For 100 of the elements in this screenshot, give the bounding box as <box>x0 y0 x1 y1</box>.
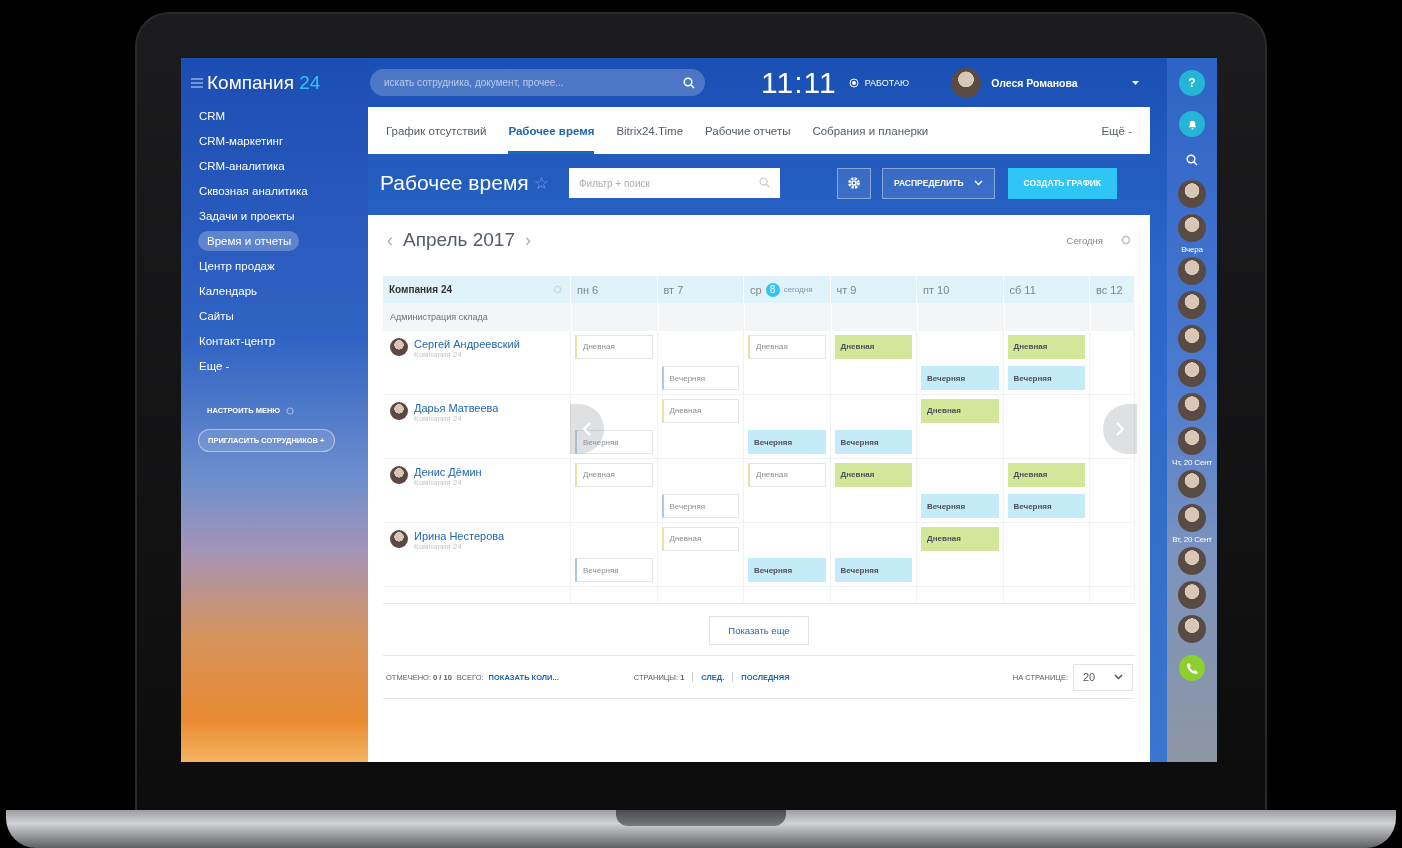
date-label: Вчера <box>1181 245 1203 254</box>
shift-block[interactable]: Дневная <box>834 462 912 487</box>
contact-avatar[interactable] <box>1178 393 1206 421</box>
sidebar-item[interactable]: CRM-аналитика <box>183 156 293 176</box>
menu-icon[interactable] <box>191 78 203 88</box>
contact-avatar[interactable] <box>1178 325 1206 353</box>
settings-icon <box>846 176 861 190</box>
caret-icon[interactable] <box>1131 80 1139 85</box>
day-label: вс 12 <box>1096 283 1123 296</box>
contact-avatar[interactable] <box>1178 180 1206 208</box>
contact-avatar[interactable] <box>1178 257 1206 285</box>
shift-block[interactable]: Вечерняя <box>834 558 912 583</box>
chevron-right-icon <box>1115 421 1125 437</box>
tab[interactable]: Собрания и планерки <box>812 107 929 154</box>
employee-name-link[interactable]: Дарья Матвеева <box>414 402 499 414</box>
employee-name-link[interactable]: Денис Дёмин <box>414 466 482 478</box>
work-status[interactable]: РАБОТАЮ <box>864 77 910 88</box>
shift-block[interactable]: Вечерняя <box>575 430 653 455</box>
date-label: Вт, 20 Сент <box>1172 535 1212 544</box>
day-label: ср <box>750 283 762 296</box>
sidebar-item[interactable]: Сквозная аналитика <box>183 181 316 201</box>
chevron-left-icon <box>582 421 592 437</box>
today-date-badge: 8 <box>765 282 780 297</box>
month-title: Апрель 2017 <box>403 229 515 251</box>
shift-block[interactable]: Вечерняя <box>748 430 826 455</box>
shift-block[interactable]: Вечерняя <box>1007 494 1085 519</box>
gear-icon <box>286 406 295 415</box>
contact-avatar[interactable] <box>1178 214 1206 242</box>
sidebar-item[interactable]: Контакт-центр <box>183 331 284 351</box>
department-name: Администрация склада <box>390 312 488 322</box>
shift-block[interactable]: Дневная <box>921 526 999 551</box>
shift-block[interactable]: Вечерняя <box>921 494 999 519</box>
contact-avatar[interactable] <box>1178 504 1206 532</box>
contact-avatar[interactable] <box>1178 291 1206 319</box>
shift-block[interactable]: Дневная <box>575 334 653 359</box>
sidebar-item[interactable]: Время и отчеты <box>198 231 300 251</box>
settings-button[interactable] <box>836 167 871 199</box>
notifications-button[interactable] <box>1179 111 1205 137</box>
shift-block[interactable]: Дневная <box>661 398 739 423</box>
user-avatar[interactable] <box>951 67 982 98</box>
sidebar-item[interactable]: Центр продаж <box>183 256 283 276</box>
sidebar-item[interactable]: Календарь <box>183 281 266 301</box>
shift-block[interactable]: Дневная <box>834 334 912 359</box>
more-tab[interactable]: Ещё - <box>1101 107 1132 154</box>
employee-avatar <box>390 338 408 356</box>
shift-block[interactable]: Вечерняя <box>661 366 739 391</box>
contact-avatar[interactable] <box>1178 359 1206 387</box>
search-icon[interactable] <box>1186 154 1198 166</box>
employee-avatar <box>390 530 408 548</box>
clock: 11:11 <box>761 65 837 100</box>
sidebar-item[interactable]: Сайты <box>183 306 242 326</box>
contact-avatar[interactable] <box>1178 470 1206 498</box>
sidebar-item[interactable]: Еще - <box>183 356 238 376</box>
contact-avatar[interactable] <box>1178 615 1206 643</box>
contact-avatar[interactable] <box>1178 427 1206 455</box>
sidebar-item[interactable]: Задачи и проекты <box>183 206 303 226</box>
shift-block[interactable]: Вечерняя <box>1007 366 1085 391</box>
tab[interactable]: Bitrix24.Time <box>616 107 684 154</box>
shift-block[interactable]: Вечерняя <box>921 366 999 391</box>
sidebar-item[interactable]: CRM <box>183 106 234 126</box>
search-icon <box>683 76 695 89</box>
day-label: пн 6 <box>577 283 599 296</box>
employee-name-link[interactable]: Ирина Нестерова <box>414 530 505 542</box>
day-label: вт 7 <box>663 283 684 296</box>
filter-field[interactable]: Фильтр + поиск <box>568 168 780 198</box>
per-page-dropdown[interactable]: 20 <box>1073 663 1133 691</box>
day-label: пт 10 <box>923 283 950 296</box>
today-link[interactable]: Сегодня <box>1066 234 1103 246</box>
sidebar-item[interactable]: CRM-маркетинг <box>183 131 292 151</box>
shift-block[interactable]: Вечерняя <box>661 494 739 519</box>
bell-icon <box>1186 118 1198 130</box>
call-button[interactable] <box>1179 655 1205 681</box>
shift-block[interactable]: Дневная <box>661 526 739 551</box>
shift-block[interactable]: Вечерняя <box>834 430 912 455</box>
page-title: Рабочее время <box>380 171 529 195</box>
shift-block[interactable]: Вечерняя <box>748 558 826 583</box>
record-icon <box>848 77 859 88</box>
shift-block[interactable]: Дневная <box>1007 334 1085 359</box>
employee-name-link[interactable]: Сергей Андреевский <box>414 338 520 350</box>
shift-block[interactable]: Дневная <box>748 334 826 359</box>
shift-block[interactable]: Дневная <box>748 462 826 487</box>
chevron-down-icon <box>973 180 983 186</box>
day-label: сб 11 <box>1009 283 1036 296</box>
shift-block[interactable]: Дневная <box>921 398 999 423</box>
user-name[interactable]: Олеся Романова <box>991 76 1078 89</box>
tab[interactable]: График отсутствий <box>386 107 487 154</box>
chevron-down-icon <box>1114 674 1123 680</box>
distribute-button[interactable]: РАСПРЕДЕЛИТЬ <box>881 167 995 199</box>
contact-avatar[interactable] <box>1178 547 1206 575</box>
shift-block[interactable]: Вечерняя <box>575 558 653 583</box>
table-cell <box>1090 395 1135 459</box>
shift-block[interactable]: Дневная <box>1007 462 1085 487</box>
employee-avatar <box>390 466 408 484</box>
shift-block[interactable]: Дневная <box>575 462 653 487</box>
show-more-button[interactable]: Показать еще <box>709 616 809 645</box>
table-cell <box>1090 587 1135 604</box>
tab[interactable]: Рабочие отчеты <box>705 107 791 154</box>
tab[interactable]: Рабочее время <box>508 107 595 154</box>
contact-avatar[interactable] <box>1178 581 1206 609</box>
today-label: сегодня <box>783 285 813 294</box>
